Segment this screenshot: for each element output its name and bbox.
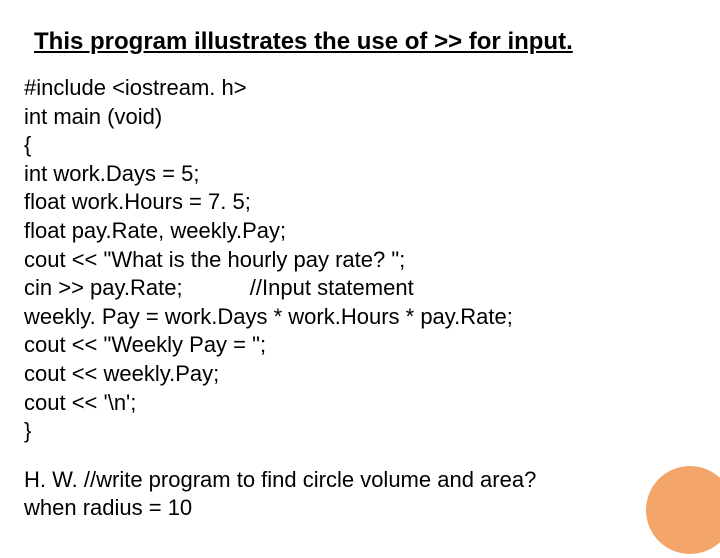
code-line: cout << "What is the hourly pay rate? "; [24,246,696,275]
code-line: int main (void) [24,103,696,132]
code-line: float pay.Rate, weekly.Pay; [24,217,696,246]
code-line: cin >> pay.Rate; //Input statement [24,274,696,303]
code-line: } [24,417,696,446]
code-line: #include <iostream. h> [24,74,696,103]
code-line: float work.Hours = 7. 5; [24,188,696,217]
homework-line: when radius = 10 [24,494,696,523]
code-block: #include <iostream. h> int main (void) {… [24,74,696,446]
code-line: int work.Days = 5; [24,160,696,189]
code-line: { [24,131,696,160]
code-line: cout << "Weekly Pay = "; [24,331,696,360]
homework-note: H. W. //write program to find circle vol… [24,466,696,523]
code-line: weekly. Pay = work.Days * work.Hours * p… [24,303,696,332]
code-line: cout << weekly.Pay; [24,360,696,389]
homework-line: H. W. //write program to find circle vol… [24,466,696,495]
code-line: cout << '\n'; [24,389,696,418]
slide-title: This program illustrates the use of >> f… [34,28,696,56]
